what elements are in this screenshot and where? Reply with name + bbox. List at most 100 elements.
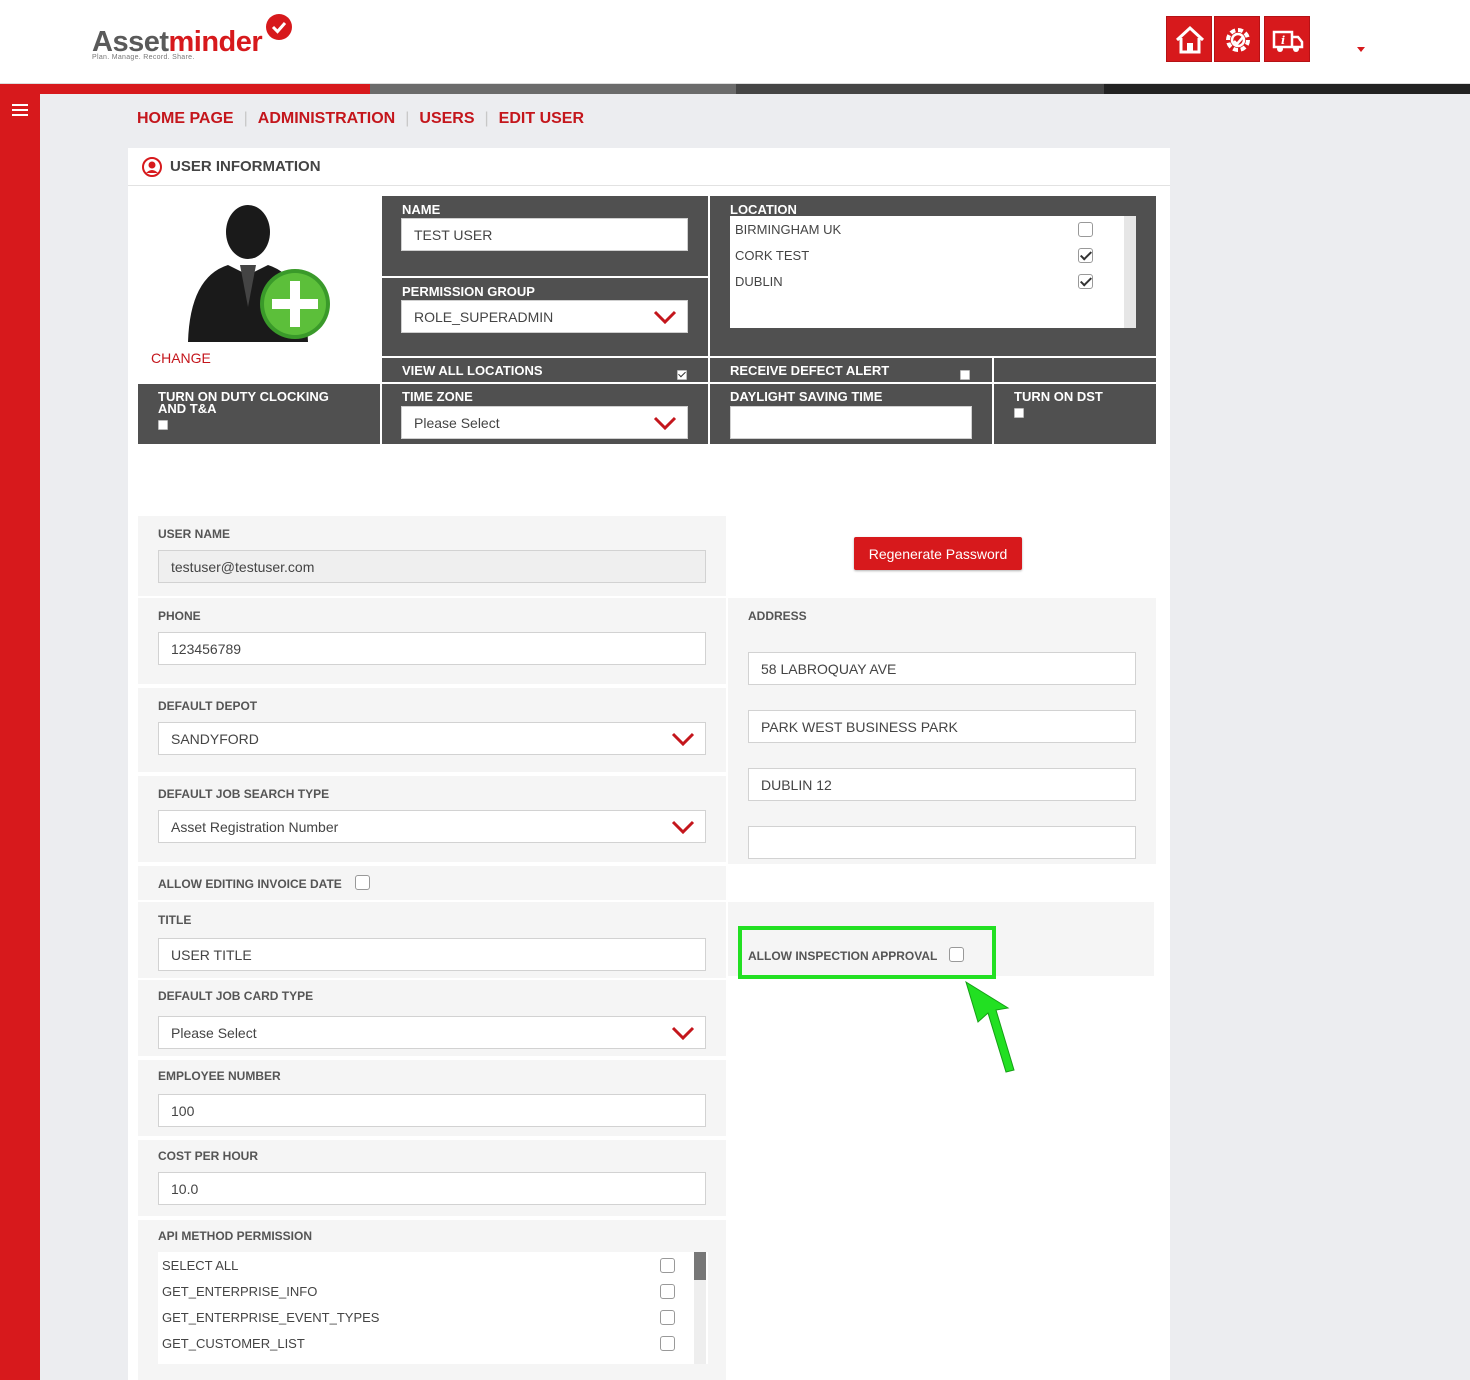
chevron-down-icon <box>671 1026 695 1040</box>
default-depot-label: DEFAULT DEPOT <box>158 699 258 713</box>
turn-on-dst-checkbox[interactable] <box>1014 408 1024 418</box>
location-birmingham: BIRMINGHAM UK <box>735 222 842 237</box>
logo-tagline: Plan. Manage. Record. Share. <box>92 54 195 61</box>
location-birmingham-checkbox[interactable] <box>1078 222 1093 237</box>
daylight-saving-input[interactable] <box>730 406 972 439</box>
job-search-type-select[interactable]: Asset Registration Number <box>158 810 706 843</box>
user-silhouette-icon <box>188 205 330 342</box>
location-cork-checkbox[interactable] <box>1078 248 1093 263</box>
time-zone-select[interactable]: Please Select <box>401 406 688 439</box>
daylight-saving-block: DAYLIGHT SAVING TIME <box>710 384 992 444</box>
api-item-enterprise-event-types-checkbox[interactable] <box>660 1310 675 1325</box>
title-label: TITLE <box>158 913 192 927</box>
breadcrumb: HOME PAGE | ADMINISTRATION | USERS | EDIT USER <box>137 110 585 127</box>
address-line-3-input[interactable]: DUBLIN 12 <box>748 768 1136 801</box>
view-all-locations-block: VIEW ALL LOCATIONS <box>382 358 708 382</box>
breadcrumb-administration[interactable]: ADMINISTRATION <box>258 110 395 127</box>
title-input[interactable]: USER TITLE <box>158 938 706 971</box>
chevron-down-icon <box>653 310 677 324</box>
phone-input[interactable]: 123456789 <box>158 632 706 665</box>
cost-per-hour-label: COST PER HOUR <box>158 1149 259 1163</box>
hamburger-menu-icon[interactable] <box>12 104 28 118</box>
chevron-down-icon <box>653 416 677 430</box>
breadcrumb-home[interactable]: HOME PAGE <box>137 110 234 127</box>
panel-title: USER INFORMATION <box>170 158 321 175</box>
turn-on-dst-label: TURN ON DST <box>1014 389 1103 404</box>
phone-label: PHONE <box>158 609 201 623</box>
address-line-2-input[interactable]: PARK WEST BUSINESS PARK <box>748 710 1136 743</box>
home-icon <box>1175 25 1205 54</box>
permission-group-block: PERMISSION GROUP ROLE_SUPERADMIN <box>382 278 708 356</box>
address-line-1-input[interactable]: 58 LABROQUAY AVE <box>748 652 1136 685</box>
name-input[interactable]: TEST USER <box>401 218 688 251</box>
location-list: BIRMINGHAM UK CORK TEST DUBLIN <box>730 216 1136 328</box>
job-card-type-label: DEFAULT JOB CARD TYPE <box>158 989 314 1003</box>
invoice-date-checkbox[interactable] <box>355 875 370 890</box>
api-item-select-all: SELECT ALL <box>162 1258 239 1273</box>
api-item-enterprise-event-types: GET_ENTERPRISE_EVENT_TYPES <box>162 1310 380 1325</box>
location-dublin: DUBLIN <box>735 274 783 289</box>
header-stripe-red <box>0 84 370 94</box>
username-input[interactable]: testuser@testuser.com <box>158 550 706 583</box>
api-item-customer-list-checkbox[interactable] <box>660 1336 675 1351</box>
sidebar <box>0 94 40 1380</box>
api-item-enterprise-info-checkbox[interactable] <box>660 1284 675 1299</box>
app-header: Assetminder Plan. Manage. Record. Share.… <box>0 0 1470 84</box>
svg-text:i: i <box>1281 34 1285 47</box>
permission-group-select[interactable]: ROLE_SUPERADMIN <box>401 300 688 333</box>
defect-alert-checkbox[interactable] <box>960 370 970 380</box>
api-item-customer-list: GET_CUSTOMER_LIST <box>162 1336 305 1351</box>
duty-clocking-checkbox[interactable] <box>158 420 168 430</box>
change-avatar-link[interactable]: CHANGE <box>151 350 211 366</box>
vehicle-info-button[interactable]: i <box>1264 16 1310 62</box>
header-stripe-black <box>1104 84 1470 94</box>
api-item-select-all-checkbox[interactable] <box>660 1258 675 1273</box>
regenerate-password-button[interactable]: Regenerate Password <box>854 537 1022 570</box>
chevron-down-icon <box>671 820 695 834</box>
default-depot-value: SANDYFORD <box>171 730 259 747</box>
settings-button[interactable] <box>1214 16 1260 62</box>
default-depot-select[interactable]: SANDYFORD <box>158 722 706 755</box>
job-search-type-label: DEFAULT JOB SEARCH TYPE <box>158 787 330 801</box>
location-list-scrollbar[interactable] <box>1124 216 1136 328</box>
view-all-locations-checkbox[interactable] <box>677 370 687 380</box>
panel-header: USER INFORMATION <box>128 148 1170 186</box>
breadcrumb-edit-user[interactable]: EDIT USER <box>499 110 584 127</box>
username-label: USER NAME <box>158 527 231 541</box>
breadcrumb-users[interactable]: USERS <box>419 110 474 127</box>
green-arrow-icon <box>965 980 1015 1073</box>
employee-number-label: EMPLOYEE NUMBER <box>158 1069 281 1083</box>
api-item-enterprise-info: GET_ENTERPRISE_INFO <box>162 1284 318 1299</box>
turn-on-dst-block: TURN ON DST <box>994 384 1156 444</box>
chevron-down-icon <box>671 732 695 746</box>
user-menu-caret-icon[interactable] <box>1357 47 1365 52</box>
api-list-scrollbar[interactable] <box>694 1252 706 1364</box>
address-line-4-input[interactable] <box>748 826 1136 859</box>
time-zone-block: TIME ZONE Please Select <box>382 384 708 444</box>
highlight-box <box>738 926 996 979</box>
location-label: LOCATION <box>730 202 797 217</box>
assetminder-logo[interactable]: Assetminder Plan. Manage. Record. Share. <box>92 14 302 66</box>
defect-alert-block: RECEIVE DEFECT ALERT <box>710 358 992 382</box>
api-permission-label: API METHOD PERMISSION <box>158 1229 313 1243</box>
view-all-locations-label: VIEW ALL LOCATIONS <box>402 363 543 378</box>
user-circle-icon <box>142 157 162 177</box>
daylight-saving-label: DAYLIGHT SAVING TIME <box>730 389 883 404</box>
time-zone-value: Please Select <box>414 414 500 431</box>
duty-clocking-label-2: AND T&A <box>158 401 217 416</box>
address-label: ADDRESS <box>748 609 807 623</box>
checkmark-icon <box>266 14 292 40</box>
job-search-type-value: Asset Registration Number <box>171 818 339 835</box>
name-block: NAME TEST USER <box>382 196 708 276</box>
empty-block <box>994 358 1156 382</box>
job-card-type-select[interactable]: Please Select <box>158 1016 706 1049</box>
duty-clocking-block: TURN ON DUTY CLOCKING AND T&A <box>138 384 380 444</box>
cost-per-hour-input[interactable]: 10.0 <box>158 1172 706 1205</box>
api-list-scroll-thumb[interactable] <box>694 1252 706 1280</box>
invoice-date-label: ALLOW EDITING INVOICE DATE <box>158 877 342 891</box>
home-button[interactable] <box>1166 16 1212 62</box>
name-label: NAME <box>402 202 441 217</box>
truck-info-icon: i <box>1272 30 1304 52</box>
location-dublin-checkbox[interactable] <box>1078 274 1093 289</box>
employee-number-input[interactable]: 100 <box>158 1094 706 1127</box>
